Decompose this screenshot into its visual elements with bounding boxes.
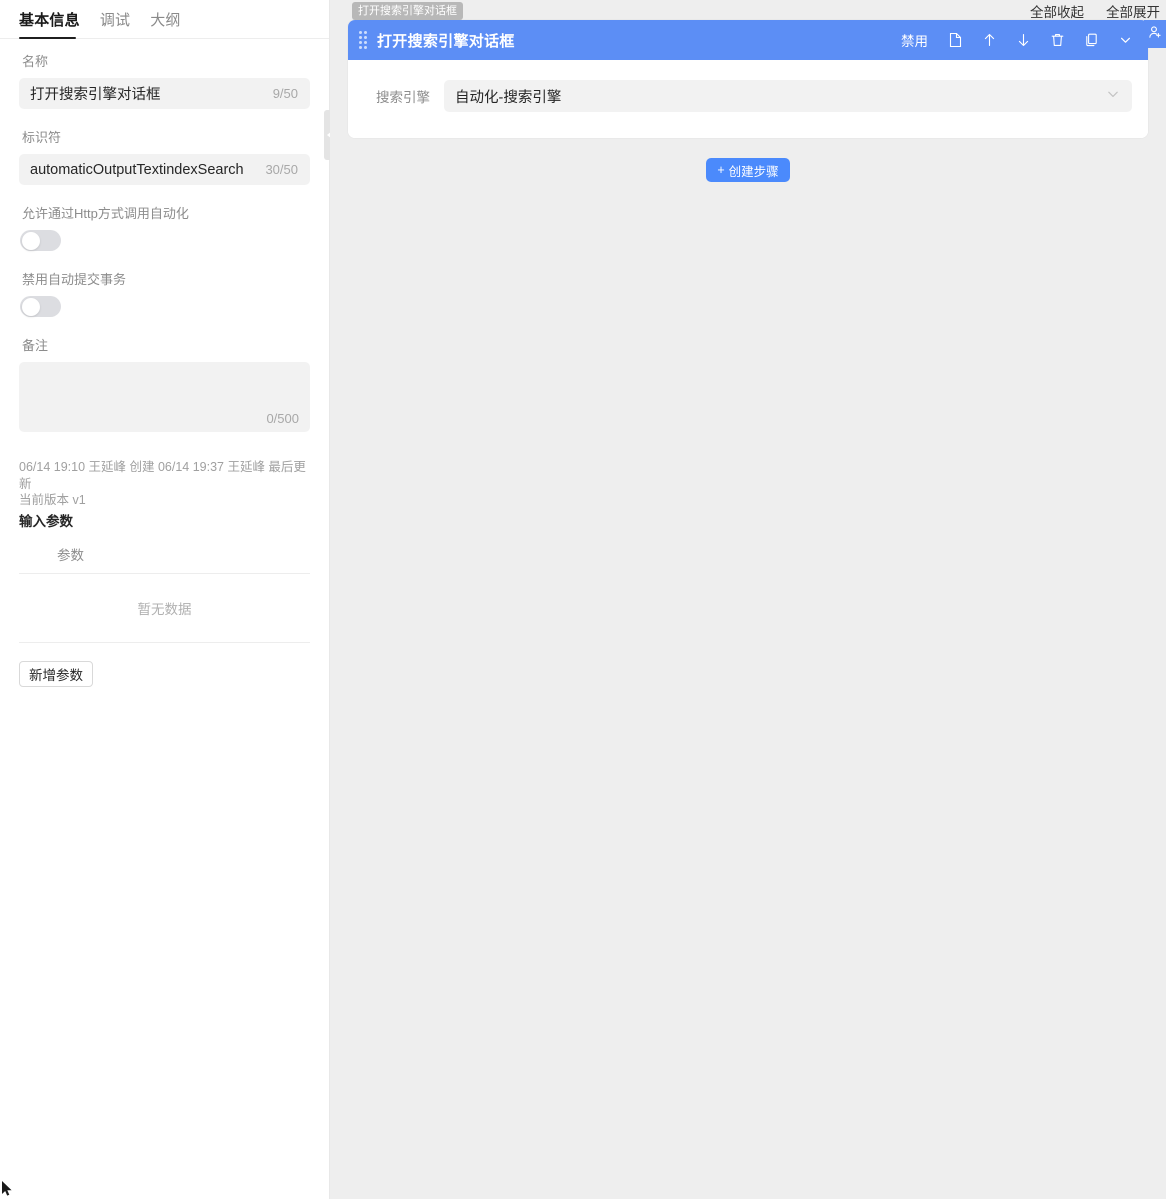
http-toggle-switch[interactable] [20, 230, 61, 251]
add-param-button[interactable]: 新增参数 [19, 660, 93, 687]
canvas-top-links: 全部收起 全部展开 [1030, 0, 1160, 22]
metadata-version-line: 当前版本 v1 [19, 493, 86, 507]
name-input-counter: 9/50 [272, 86, 298, 101]
sidebar: 基本信息 调试 大纲 名称 打开搜索引擎对话框 9/50 标识符 automat… [0, 0, 335, 1199]
step-card-actions: 禁用 [891, 20, 1148, 60]
metadata-audit-line: 06/14 19:10 王延峰 创建 06/14 19:37 王延峰 最后更新 [19, 460, 306, 491]
search-engine-row: 搜索引擎 自动化-搜索引擎 [364, 80, 1132, 112]
input-params-title: 输入参数 [19, 513, 73, 529]
remark-textarea[interactable]: 0/500 [19, 362, 310, 432]
chevron-down-icon [1106, 87, 1120, 106]
params-table-header: 参数 [19, 544, 310, 574]
name-input-value: 打开搜索引擎对话框 [30, 87, 161, 103]
add-step-wrapper: + 创建步骤 [330, 158, 1166, 182]
mouse-cursor [2, 1181, 14, 1199]
document-icon[interactable] [938, 20, 972, 60]
transaction-toggle-label: 禁用自动提交事务 [22, 272, 127, 287]
step-card: 打开搜索引擎对话框 禁用 搜索引擎 自动化-搜索引擎 [348, 20, 1148, 138]
trash-icon[interactable] [1040, 20, 1074, 60]
copy-icon[interactable] [1074, 20, 1108, 60]
app-root: 基本信息 调试 大纲 名称 打开搜索引擎对话框 9/50 标识符 automat… [0, 0, 1166, 1199]
expand-all-link[interactable]: 全部展开 [1106, 1, 1160, 21]
http-toggle-knob [21, 231, 40, 250]
step-tooltip: 打开搜索引擎对话框 [352, 2, 463, 20]
transaction-toggle-knob [21, 297, 40, 316]
remark-counter: 0/500 [266, 411, 299, 426]
step-card-body: 搜索引擎 自动化-搜索引擎 [348, 60, 1148, 138]
add-step-button-label: 创建步骤 [728, 164, 779, 179]
flow-canvas: 全部收起 全部展开 打开搜索引擎对话框 打开搜索引擎对话框 禁用 搜索引擎 自动… [330, 0, 1166, 1199]
active-tab-underline [19, 36, 76, 39]
sidebar-tabs: 基本信息 调试 大纲 [0, 0, 329, 39]
name-input[interactable]: 打开搜索引擎对话框 9/50 [19, 78, 310, 109]
step-card-title: 打开搜索引擎对话框 [377, 32, 515, 50]
search-engine-label: 搜索引擎 [376, 90, 430, 105]
search-engine-select[interactable]: 自动化-搜索引擎 [444, 80, 1132, 112]
name-field-label: 名称 [22, 54, 49, 69]
chevron-down-icon[interactable] [1108, 20, 1142, 60]
tab-debug[interactable]: 调试 [100, 12, 130, 38]
step-card-header: 打开搜索引擎对话框 禁用 [348, 20, 1148, 60]
arrow-up-icon[interactable] [972, 20, 1006, 60]
params-table: 参数 暂无数据 [19, 544, 310, 643]
transaction-toggle-switch[interactable] [20, 296, 61, 317]
user-add-tab[interactable] [1144, 20, 1166, 48]
sidebar-body: 名称 打开搜索引擎对话框 9/50 标识符 automaticOutputTex… [0, 39, 329, 687]
identifier-input-counter: 30/50 [265, 162, 298, 177]
arrow-down-icon[interactable] [1006, 20, 1040, 60]
identifier-input-value: automaticOutputTextindexSearch [30, 161, 244, 178]
tab-basic-info[interactable]: 基本信息 [19, 12, 80, 38]
identifier-field-label: 标识符 [22, 130, 62, 145]
collapse-all-link[interactable]: 全部收起 [1030, 1, 1084, 21]
tab-outline[interactable]: 大纲 [150, 12, 180, 38]
params-table-empty: 暂无数据 [19, 574, 310, 643]
user-add-icon [1148, 25, 1162, 44]
disable-button[interactable]: 禁用 [891, 20, 938, 60]
drag-dots-icon[interactable] [359, 31, 367, 49]
add-step-button[interactable]: + 创建步骤 [706, 158, 790, 182]
remark-field-label: 备注 [22, 338, 49, 353]
identifier-input[interactable]: automaticOutputTextindexSearch 30/50 [19, 154, 310, 185]
metadata-block: 06/14 19:10 王延峰 创建 06/14 19:37 王延峰 最后更新 … [19, 459, 310, 509]
search-engine-select-value: 自动化-搜索引擎 [455, 89, 562, 106]
plus-icon: + [717, 163, 725, 177]
http-toggle-label: 允许通过Http方式调用自动化 [22, 206, 189, 221]
